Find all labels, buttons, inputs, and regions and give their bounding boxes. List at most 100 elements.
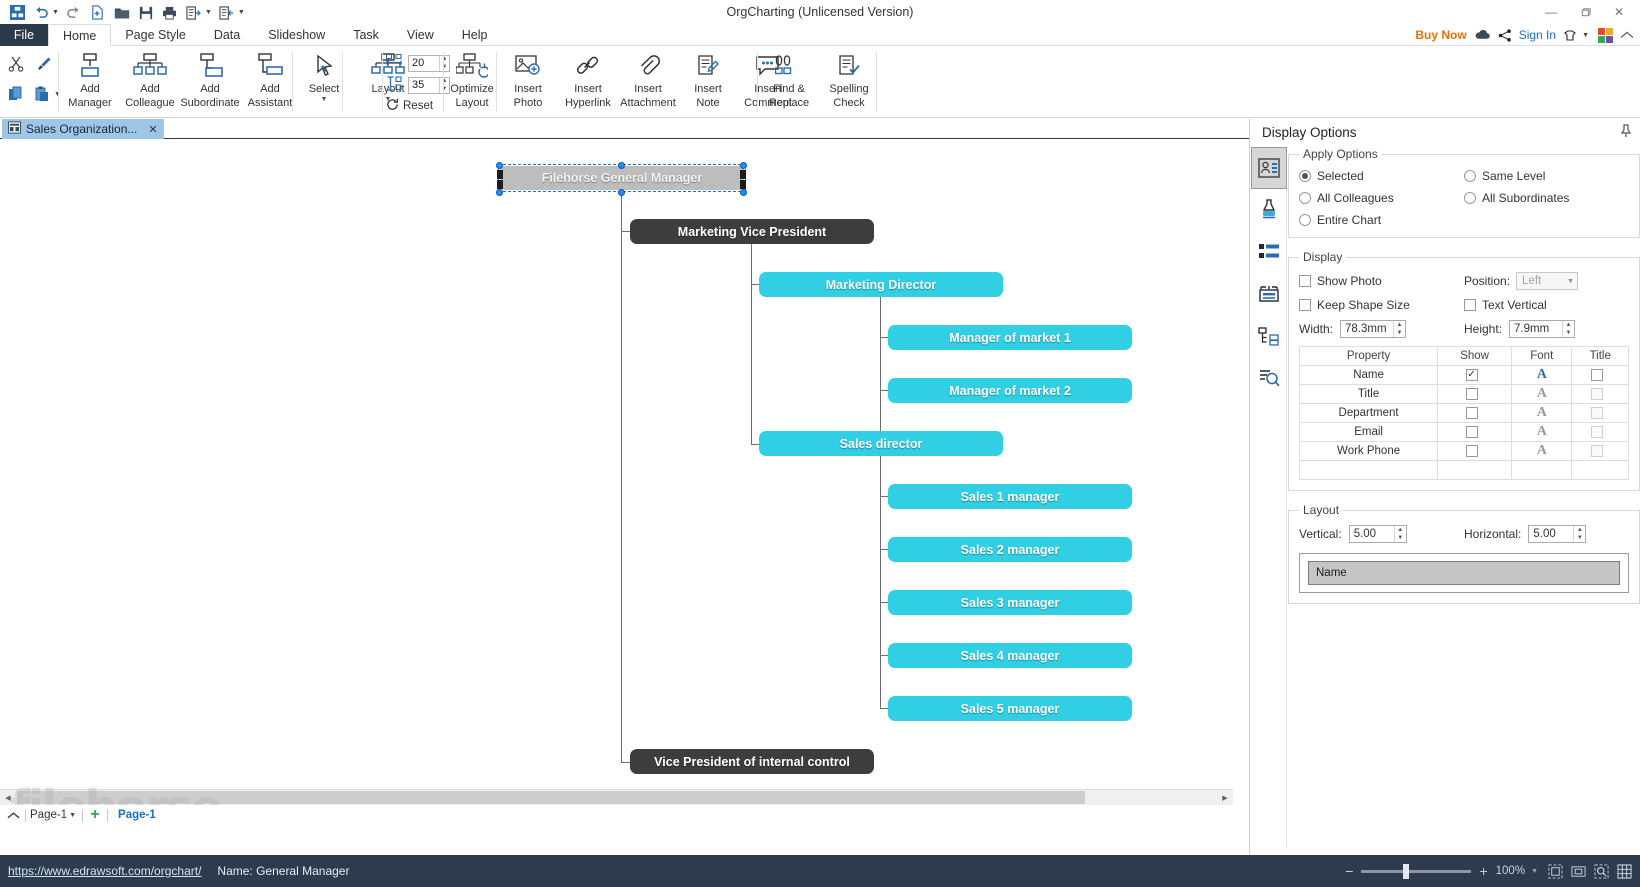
- apps-grid-icon[interactable]: [1598, 27, 1613, 43]
- insert-note-button[interactable]: Insert Note: [678, 46, 738, 114]
- radio-same-level[interactable]: [1464, 170, 1476, 182]
- title-cell-title[interactable]: [1571, 384, 1629, 404]
- org-node-vice-president-internal-control[interactable]: Vice President of internal control: [630, 749, 874, 774]
- fit-width-icon[interactable]: [1571, 864, 1586, 879]
- org-node-sales-1-manager[interactable]: Sales 1 manager: [888, 484, 1132, 509]
- height-spin-up[interactable]: ▲: [1563, 321, 1574, 329]
- menu-item-data[interactable]: Data: [200, 24, 254, 46]
- apply-option-selected[interactable]: Selected: [1299, 169, 1464, 183]
- hierarchy-icon[interactable]: [1251, 315, 1287, 357]
- optimize-layout-button[interactable]: Optimize Layout: [444, 46, 500, 114]
- insert-attachment-button[interactable]: Insert Attachment: [618, 46, 678, 114]
- layout-horizontal-spinner[interactable]: ▲ ▼: [1573, 526, 1585, 542]
- select-button[interactable]: Select ▼: [294, 46, 354, 114]
- import-icon[interactable]: [216, 3, 238, 22]
- collapse-ribbon-icon[interactable]: [1620, 31, 1634, 40]
- text-vertical-checkbox[interactable]: [1464, 299, 1476, 311]
- import-dropdown-caret[interactable]: ▼: [238, 9, 245, 16]
- font-button-email[interactable]: A: [1537, 424, 1547, 439]
- export-dropdown-caret[interactable]: ▼: [205, 9, 212, 16]
- sign-in-button[interactable]: Sign In: [1519, 28, 1556, 42]
- menu-item-file[interactable]: File: [0, 24, 48, 46]
- font-cell-title[interactable]: A: [1511, 384, 1573, 404]
- app-logo-icon[interactable]: [6, 3, 28, 22]
- height-field[interactable]: ▲▼: [1509, 320, 1576, 338]
- chart-canvas[interactable]: Filehorse General Manager Marketing Vice…: [0, 139, 1280, 804]
- show-photo-option[interactable]: Show Photo: [1299, 274, 1464, 288]
- radio-entire-chart[interactable]: [1299, 214, 1311, 226]
- keep-shape-size-option[interactable]: Keep Shape Size: [1299, 298, 1464, 312]
- selection-handle-ml-b[interactable]: [497, 180, 503, 189]
- font-cell-email[interactable]: A: [1511, 422, 1573, 442]
- zoom-dropdown-caret[interactable]: ▼: [1531, 868, 1538, 875]
- selection-handle-bc[interactable]: [618, 189, 625, 196]
- lv-spin-up[interactable]: ▲: [1395, 526, 1406, 534]
- height-spinner[interactable]: ▲ ▼: [1562, 321, 1574, 337]
- zoom-in-button[interactable]: +: [1479, 863, 1487, 879]
- selection-handle-ml-a[interactable]: [497, 170, 503, 179]
- width-spinner[interactable]: ▲ ▼: [1393, 321, 1405, 337]
- radio-selected[interactable]: [1299, 170, 1311, 182]
- title-checkbox-department[interactable]: [1591, 407, 1604, 419]
- zoom-slider[interactable]: [1361, 863, 1472, 879]
- paste-button[interactable]: [30, 82, 54, 106]
- org-node-sales-2-manager[interactable]: Sales 2 manager: [888, 537, 1132, 562]
- apply-option-all-colleagues[interactable]: All Colleagues: [1299, 191, 1464, 205]
- document-tab-sales-organization[interactable]: Sales Organization... ✕: [2, 119, 164, 139]
- title-cell-name[interactable]: [1571, 365, 1629, 385]
- org-node-manager-of-market-1[interactable]: Manager of market 1: [888, 325, 1132, 350]
- zoom-slider-thumb[interactable]: [1403, 863, 1410, 879]
- menu-item-task[interactable]: Task: [339, 24, 393, 46]
- open-folder-icon[interactable]: [111, 3, 133, 22]
- org-node-sales-4-manager[interactable]: Sales 4 manager: [888, 643, 1132, 668]
- close-button[interactable]: ✕: [1602, 0, 1636, 24]
- insert-photo-button[interactable]: Insert Photo: [498, 46, 558, 114]
- title-checkbox-email[interactable]: [1591, 426, 1604, 438]
- apply-option-entire-chart[interactable]: Entire Chart: [1299, 213, 1464, 227]
- show-cell-name[interactable]: [1437, 365, 1513, 385]
- title-cell-department[interactable]: [1571, 403, 1629, 423]
- show-checkbox-email[interactable]: [1465, 426, 1478, 438]
- menu-item-help[interactable]: Help: [448, 24, 502, 46]
- insert-hyperlink-button[interactable]: Insert Hyperlink: [558, 46, 618, 114]
- org-node-sales-5-manager[interactable]: Sales 5 manager: [888, 696, 1132, 721]
- horizontal-spacing-input[interactable]: [409, 55, 439, 71]
- menu-item-view[interactable]: View: [393, 24, 448, 46]
- layout-vertical-field[interactable]: ▲▼: [1348, 525, 1407, 543]
- org-node-sales-3-manager[interactable]: Sales 3 manager: [888, 590, 1132, 615]
- menu-item-page-style[interactable]: Page Style: [111, 24, 199, 46]
- format-painter-button[interactable]: [32, 52, 56, 76]
- reset-button[interactable]: Reset: [386, 98, 433, 114]
- buy-now-button[interactable]: Buy Now: [1415, 28, 1466, 42]
- menu-item-home[interactable]: Home: [48, 24, 112, 47]
- grid-icon[interactable]: [1617, 863, 1632, 879]
- height-spin-down[interactable]: ▼: [1563, 329, 1574, 337]
- select-dropdown-caret[interactable]: ▼: [321, 96, 328, 103]
- fields-list-icon[interactable]: [1251, 231, 1287, 273]
- shape-style-icon[interactable]: [1251, 273, 1287, 315]
- zoom-out-button[interactable]: −: [1345, 863, 1353, 879]
- add-subordinate-button[interactable]: Add Subordinate: [180, 46, 240, 114]
- preview-node[interactable]: Name: [1308, 561, 1620, 585]
- export-icon[interactable]: [183, 3, 205, 22]
- org-node-manager-of-market-2[interactable]: Manager of market 2: [888, 378, 1132, 403]
- layout-horizontal-field[interactable]: ▲▼: [1528, 525, 1587, 543]
- page-selector-caret[interactable]: ▼: [69, 812, 76, 819]
- add-manager-button[interactable]: Add Manager: [60, 46, 120, 114]
- print-icon[interactable]: [159, 3, 181, 22]
- height-input[interactable]: [1510, 321, 1563, 337]
- title-cell-work-phone[interactable]: [1571, 441, 1629, 461]
- show-cell-email[interactable]: [1437, 422, 1513, 442]
- apply-option-same-level[interactable]: Same Level: [1464, 169, 1629, 183]
- width-field[interactable]: ▲▼: [1340, 320, 1407, 338]
- document-tab-close-icon[interactable]: ✕: [148, 123, 157, 136]
- width-spin-down[interactable]: ▼: [1394, 329, 1405, 337]
- selection-handle-mr-b[interactable]: [740, 180, 746, 189]
- font-button-title[interactable]: A: [1537, 386, 1547, 401]
- width-input[interactable]: [1341, 321, 1394, 337]
- selection-handle-tl[interactable]: [496, 162, 503, 169]
- theme-dropdown-caret[interactable]: ▼: [1582, 32, 1589, 39]
- lv-spin-down[interactable]: ▼: [1395, 534, 1406, 542]
- show-photo-checkbox[interactable]: [1299, 275, 1311, 287]
- org-node-marketing-director[interactable]: Marketing Director: [759, 272, 1003, 297]
